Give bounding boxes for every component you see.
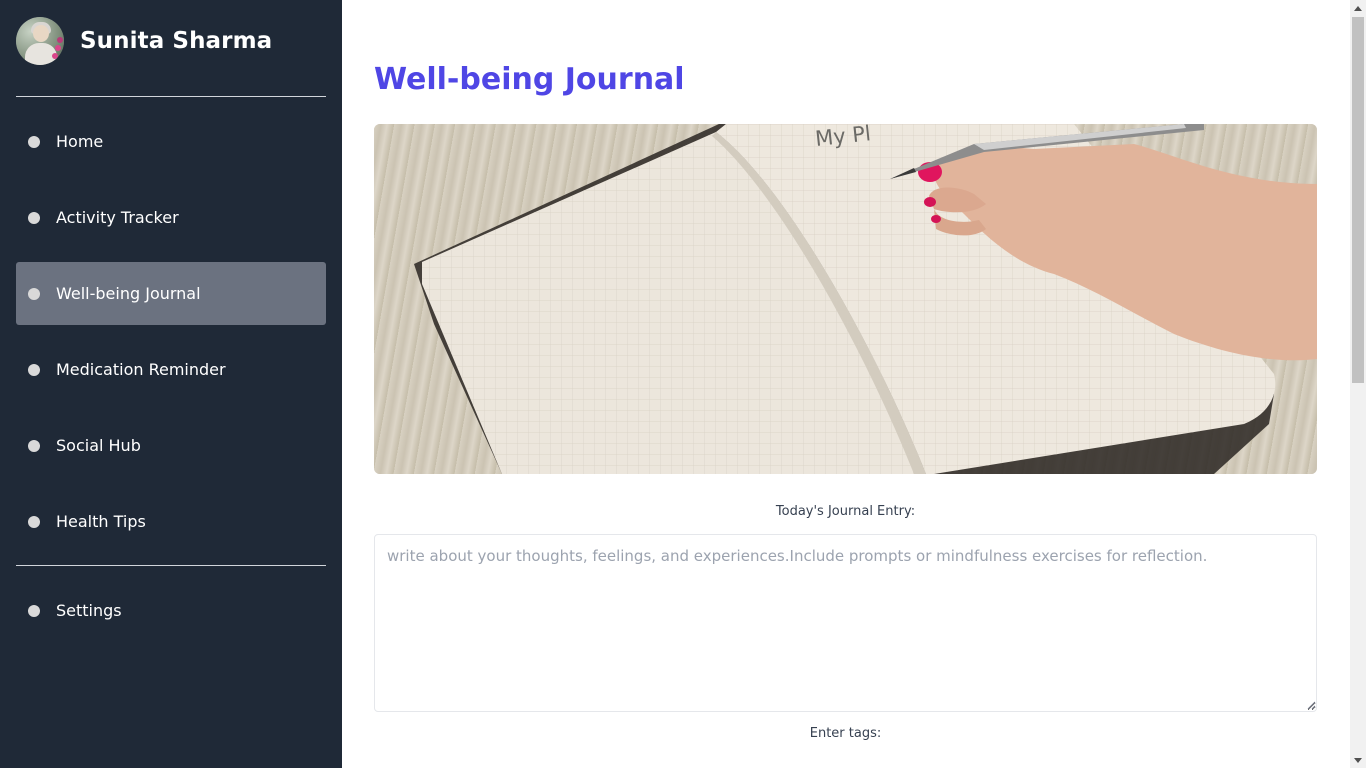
- sidebar-item-label: Home: [56, 132, 104, 151]
- page-title: Well-being Journal: [374, 62, 685, 97]
- bullet-icon: [28, 604, 40, 617]
- journal-hero-image: My Pl: [374, 124, 1317, 474]
- bullet-icon: [28, 287, 40, 300]
- tags-label: Enter tags:: [809, 726, 882, 741]
- bullet-icon: [28, 135, 40, 148]
- sidebar-item-well-being-journal[interactable]: Well-being Journal: [16, 262, 326, 325]
- vertical-scrollbar[interactable]: [1350, 0, 1366, 768]
- resize-handle-icon[interactable]: [1306, 700, 1316, 710]
- sidebar-divider-bottom: [16, 565, 326, 566]
- scroll-down-icon[interactable]: [1350, 752, 1366, 768]
- scroll-thumb[interactable]: [1352, 17, 1364, 383]
- sidebar-item-settings[interactable]: Settings: [16, 579, 326, 642]
- bullet-icon: [28, 515, 40, 528]
- sidebar: Sunita Sharma Home Activity Tracker Well…: [0, 0, 342, 768]
- sidebar-item-label: Settings: [56, 601, 122, 620]
- sidebar-item-medication-reminder[interactable]: Medication Reminder: [16, 338, 326, 401]
- bullet-icon: [28, 363, 40, 376]
- bullet-icon: [28, 211, 40, 224]
- sidebar-item-label: Activity Tracker: [56, 208, 179, 227]
- sidebar-divider-top: [16, 96, 326, 97]
- sidebar-item-label: Well-being Journal: [56, 284, 201, 303]
- profile-header: Sunita Sharma: [16, 16, 272, 66]
- sidebar-item-label: Medication Reminder: [56, 360, 226, 379]
- sidebar-item-home[interactable]: Home: [16, 110, 326, 173]
- profile-name: Sunita Sharma: [80, 28, 273, 54]
- sidebar-item-health-tips[interactable]: Health Tips: [16, 490, 326, 553]
- bullet-icon: [28, 439, 40, 452]
- sidebar-item-label: Social Hub: [56, 436, 141, 455]
- sidebar-item-label: Health Tips: [56, 512, 146, 531]
- sidebar-item-activity-tracker[interactable]: Activity Tracker: [16, 186, 326, 249]
- main-content: Well-being Journal My Pl Today's Journal…: [342, 0, 1350, 768]
- journal-entry-label: Today's Journal Entry:: [775, 504, 916, 519]
- journal-entry-textarea[interactable]: [374, 534, 1317, 712]
- sidebar-item-social-hub[interactable]: Social Hub: [16, 414, 326, 477]
- scroll-up-icon[interactable]: [1350, 0, 1366, 16]
- avatar[interactable]: [16, 17, 64, 65]
